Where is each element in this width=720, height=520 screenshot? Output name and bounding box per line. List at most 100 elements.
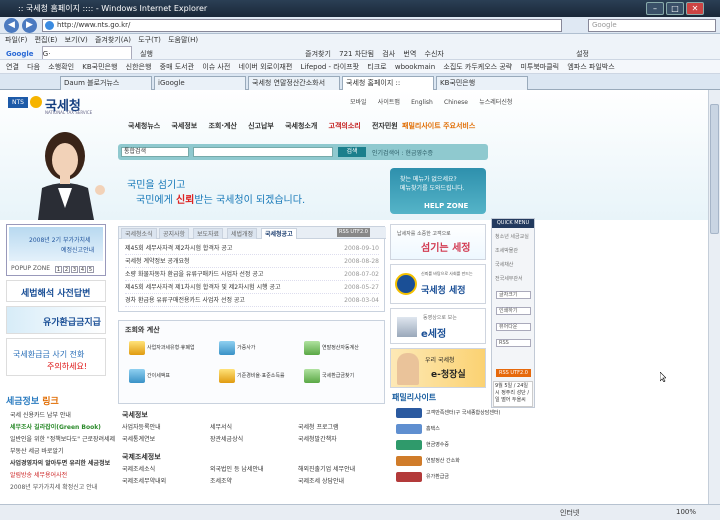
quick-menu-item[interactable]: 전국세무관서 [495, 275, 523, 282]
tax-info-link[interactable]: 사업경영자의 알아두면 유리한 세금정보 [10, 458, 110, 467]
family-site-item[interactable]: 유가환급금 [396, 470, 484, 484]
commissioner-banner[interactable]: 우리 국세청 e-청장실 [390, 348, 486, 388]
tab-news[interactable]: 국세청소식 [121, 228, 157, 239]
util-link[interactable]: English [411, 99, 433, 106]
tab-tax-law[interactable]: 세법개정 [227, 228, 258, 239]
tax-info-link[interactable]: 2008년 부가가치세 확정신고 안내 [10, 482, 97, 491]
links-item[interactable]: 소집도 카두케오스 공략 [443, 60, 512, 73]
toolbar-item[interactable]: 즐겨찾기 [305, 47, 331, 59]
close-button[interactable]: ✕ [686, 2, 704, 15]
info-link[interactable]: 국제조세소식 [122, 464, 210, 473]
toolbar-item[interactable]: 721 차단됨 [339, 47, 374, 59]
tax-info-link[interactable]: 일반인을 위한 "정책보다도" 근로장려세제 [10, 434, 115, 443]
tab-announcements[interactable]: 공지사항 [159, 228, 190, 239]
tax-info-link[interactable]: 세무조사 길라잡이(Green Book) [10, 422, 101, 431]
quick-menu-item[interactable]: 청소년 세금교실 [495, 233, 529, 240]
notice-row[interactable]: 제45회 세무사자격 제2차시험 합격자 공고 2008-09-10 [125, 243, 379, 255]
popup-page-button[interactable]: 5 [87, 266, 94, 273]
toolbar-item[interactable]: 설정 [576, 47, 589, 59]
info-link[interactable]: 국세청 프로그램 [298, 422, 386, 431]
toolbar-item[interactable]: Google [6, 47, 34, 59]
links-item[interactable]: 이슈 사전 [202, 60, 230, 73]
info-link[interactable]: 세무서식 [210, 422, 298, 431]
popup-banner-image[interactable] [9, 227, 103, 261]
family-site-item[interactable]: 고객만족센터(구 국세종합상담센터) [396, 406, 501, 420]
maximize-button[interactable]: □ [666, 2, 684, 15]
gnav-item[interactable]: 조회·계산 [208, 121, 236, 131]
oil-refund-banner[interactable]: 유가환급금지급 [6, 306, 106, 334]
rss-link-button[interactable]: RSS [496, 339, 531, 347]
info-link[interactable]: 사업자등록안내 [122, 422, 210, 431]
gnav-item[interactable]: 신고납부 [248, 121, 274, 131]
links-item[interactable]: 미투북마클릭 [520, 60, 559, 73]
menu-file[interactable]: 파일(F) [5, 34, 27, 46]
links-item[interactable]: wbookmain [395, 60, 435, 73]
tab-nts-yearend[interactable]: 국세청 연말정산간소화서 [248, 76, 340, 90]
family-site-item[interactable]: 현금영수증 [396, 438, 484, 452]
family-site-item[interactable]: 연말정산 간소화 [396, 454, 484, 468]
calc-item[interactable]: 간이세액표 [129, 369, 209, 389]
tab-igoogle[interactable]: iGoogle [154, 76, 246, 90]
popular-keywords[interactable]: 인기검색어 : 현금영수증 [372, 148, 433, 157]
info-link[interactable]: 장관세금상식 [210, 434, 298, 443]
family-site-item[interactable]: 홈택스 [396, 422, 484, 436]
tab-public-notice[interactable]: 국세청공고 [261, 228, 297, 239]
url-input[interactable]: http://www.nts.go.kr/ [42, 19, 562, 32]
links-item[interactable]: 신한은행 [126, 60, 152, 73]
links-item[interactable]: Lifepod - 라이프팟 [301, 60, 360, 73]
popup-page-button[interactable]: 3 [71, 266, 78, 273]
site-search-input[interactable] [193, 147, 333, 157]
video-banner[interactable]: 동영상으로 보는 e세정 [390, 308, 486, 344]
quick-menu-item[interactable]: 조세박물관 [495, 247, 518, 254]
search-scope-select[interactable]: 통합검색 [121, 147, 189, 157]
util-link[interactable]: Chinese [444, 99, 468, 106]
info-link[interactable]: 국제조세무약내외 [122, 476, 210, 485]
tab-kb-bank[interactable]: KB국민은행 [436, 76, 528, 90]
rss-badge[interactable]: RSS UTF2.0 [496, 369, 531, 377]
info-link[interactable]: 외국법인 등 납세안내 [210, 464, 298, 473]
phishing-warning-banner[interactable]: 국세환급금 사기 전화 주의하세요! [6, 338, 106, 376]
menu-help[interactable]: 도움말(H) [168, 34, 198, 46]
links-item[interactable]: 엠파스 파일박스 [567, 60, 614, 73]
links-item[interactable]: 다음 [27, 60, 40, 73]
calc-item[interactable]: 기준경비율·표준소득률 [219, 369, 299, 389]
tab-daum[interactable]: Daum 블로거뉴스 [60, 76, 152, 90]
gnav-item[interactable]: 고객의소리 [329, 121, 361, 131]
tax-ruling-banner[interactable]: 세법해석 사전답변 [6, 280, 106, 302]
menu-favorites[interactable]: 즐겨찾기(A) [95, 34, 131, 46]
tax-info-link[interactable]: 부동산 세금 바로알기 [10, 446, 64, 455]
zoom-level[interactable]: 100% [676, 508, 696, 516]
gnav-item[interactable]: 국세정보 [171, 121, 197, 131]
popup-page-button[interactable]: 2 [63, 266, 70, 273]
helpzone-banner[interactable]: 찾는 메뉴가 없으세요? 메뉴찾기를 도와드립니다. HELP ZONE [390, 168, 486, 214]
tab-press[interactable]: 보도자료 [193, 228, 224, 239]
toolbar-item[interactable]: G· [41, 46, 132, 59]
scrollbar-thumb[interactable] [710, 104, 719, 234]
tax-info-link[interactable]: 알림방송 세무용어사전 [10, 470, 67, 479]
vertical-scrollbar[interactable] [708, 90, 720, 504]
rss-button[interactable]: RSS UTF2.0 [337, 228, 370, 237]
info-link[interactable]: 국세청발간책자 [298, 434, 386, 443]
popup-zone[interactable]: 2008년 2기 부가가치세 예정신고안내 POPUP ZONE 12345 [6, 224, 106, 276]
browser-search-input[interactable]: Google [588, 19, 716, 32]
calc-item[interactable]: 국세환급금찾기 [304, 369, 384, 389]
minimize-button[interactable]: – [646, 2, 664, 15]
notice-row[interactable]: 경차 환급용 유류구매전용카드 사업자 선정 공고 2008-03-04 [125, 295, 379, 307]
info-link[interactable]: 국세통계연보 [122, 434, 210, 443]
tax-info-link[interactable]: 국세 신용카드 납부 안내 [10, 410, 71, 419]
print-button[interactable]: 인쇄하기 [496, 307, 531, 315]
links-item[interactable]: 소행확인 [48, 60, 74, 73]
toolbar-item[interactable]: 번역 [403, 47, 416, 59]
notice-row[interactable]: 국세청 계약정보 공개요청 2008-08-28 [125, 256, 379, 268]
links-item[interactable]: 중매 도서관 [160, 60, 194, 73]
social-contribution-banner[interactable]: 신뢰를 바탕으로 사회를 만드는 국세청 세정 [390, 264, 486, 304]
links-item[interactable]: KB국민은행 [82, 60, 117, 73]
info-link[interactable]: 해외진출기업 세무안내 [298, 464, 386, 473]
util-link[interactable]: 뉴스레터신청 [479, 99, 512, 106]
links-item[interactable]: 네이버 외로이재편 [239, 60, 293, 73]
info-link[interactable]: 조세조약 [210, 476, 298, 485]
site-search-button[interactable]: 검색 [338, 147, 366, 157]
family-site-link[interactable]: 패밀리사이트 주요서비스 [402, 121, 475, 131]
quick-menu-item[interactable]: 국세채산 [495, 261, 513, 268]
viewer-download-button[interactable]: 뷰어다운 [496, 323, 531, 331]
